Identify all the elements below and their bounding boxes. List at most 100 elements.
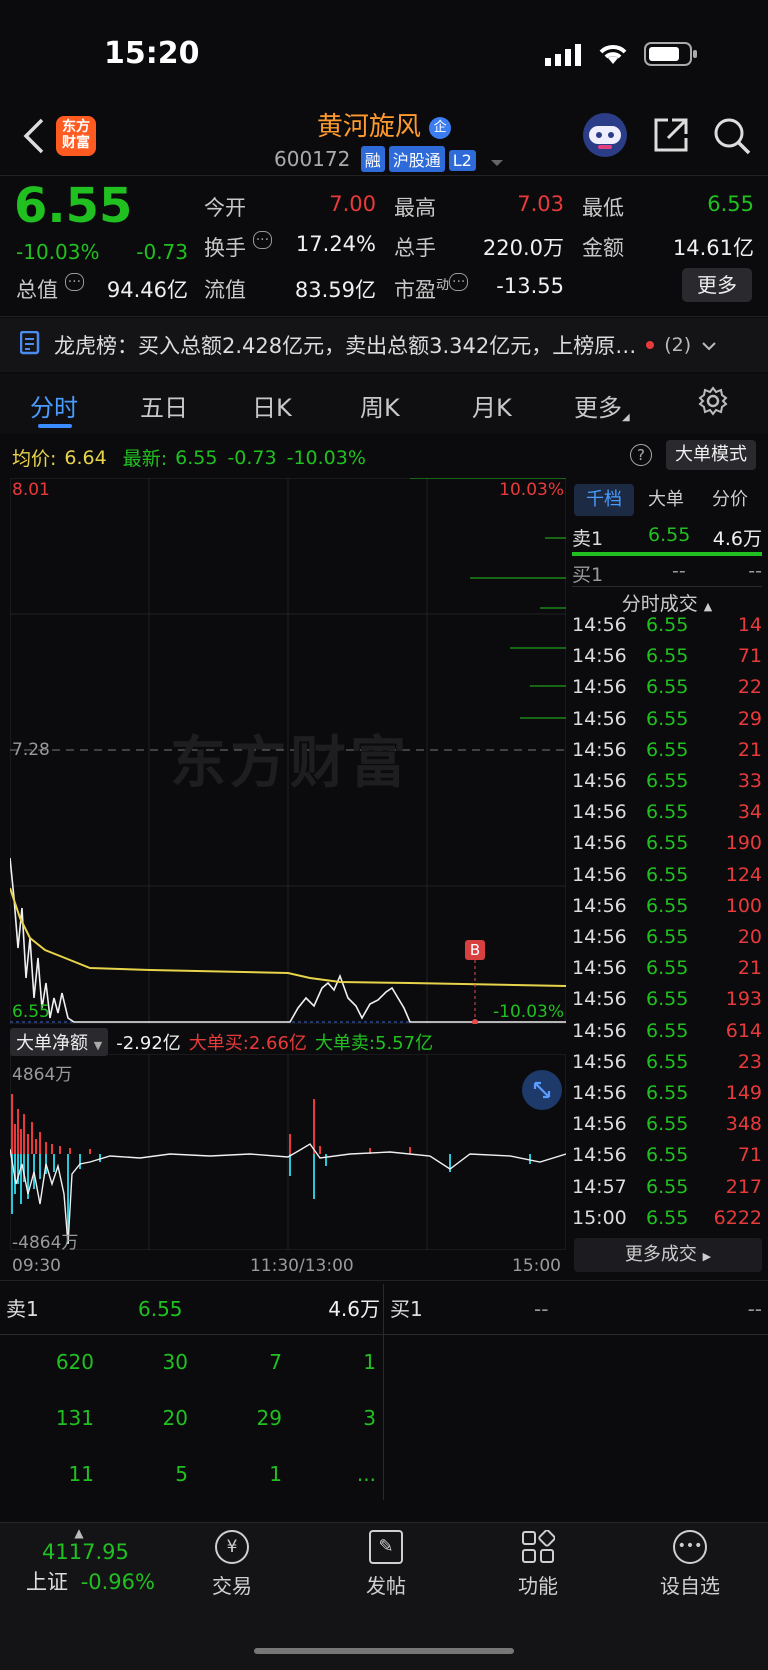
- trade-price: 6.55: [646, 863, 689, 886]
- nav-trade-label: 交易: [212, 1574, 252, 1598]
- trade-row: 14:56 6.55 21: [572, 957, 762, 988]
- trade-price: 6.55: [646, 1144, 689, 1167]
- tab-more[interactable]: 更多◢: [574, 388, 630, 423]
- trade-volume: 124: [725, 863, 762, 886]
- tab-week-k[interactable]: 周K: [360, 388, 400, 423]
- trade-row: 14:56 6.55 71: [572, 1144, 762, 1175]
- search-icon[interactable]: [712, 116, 752, 160]
- order-queue-cell: 30: [162, 1350, 188, 1374]
- trade-volume: 348: [725, 1113, 762, 1136]
- dropdown-icon: ▼: [93, 1039, 103, 1052]
- side-sell-price: 6.55: [648, 524, 691, 546]
- tab-day-k[interactable]: 日K: [252, 388, 292, 423]
- trade-volume: 614: [725, 1019, 762, 1042]
- more-trades-button[interactable]: 更多成交 ▶: [574, 1238, 762, 1272]
- latest-label: 最新:: [122, 448, 168, 470]
- stock-code-row[interactable]: 600172 融沪股通 L2: [274, 146, 504, 173]
- flow-top-label: 4864万: [12, 1065, 73, 1085]
- more-button[interactable]: 更多: [682, 268, 752, 302]
- tab-five-day[interactable]: 五日: [140, 388, 188, 423]
- nav-trade[interactable]: ¥ 交易: [172, 1530, 292, 1599]
- trade-time: 14:56: [572, 1113, 627, 1136]
- trade-price: 6.55: [646, 1206, 689, 1229]
- ob-sell-price: 6.55: [138, 1297, 183, 1321]
- trade-price: 6.55: [646, 957, 689, 980]
- latest-value: 6.55: [175, 446, 218, 469]
- trade-time: 14:56: [572, 614, 627, 636]
- trade-price: 6.55: [646, 676, 689, 699]
- edit-icon: ✎: [369, 1530, 403, 1564]
- dropdown-icon[interactable]: [490, 149, 504, 173]
- info-icon[interactable]: ···: [252, 231, 273, 249]
- trade-row: 14:56 6.55 149: [572, 1082, 762, 1113]
- trade-price: 6.55: [646, 1082, 689, 1104]
- index-ticker[interactable]: ▲ 4117.95 上证 -0.96%: [20, 1526, 170, 1596]
- wifi-icon: [596, 40, 630, 70]
- ob-sell-vol: 4.6万: [328, 1297, 380, 1321]
- trade-time: 14:56: [572, 894, 627, 917]
- flow-selector[interactable]: 大单净额 ▼: [10, 1028, 109, 1056]
- trade-volume: 23: [737, 1050, 762, 1073]
- trade-row: 14:56 6.55 29: [572, 708, 762, 739]
- chart-info-row: 均价: 6.64 最新: 6.55 -0.73 -10.03%: [12, 444, 366, 471]
- time-axis-open: 09:30: [12, 1256, 61, 1276]
- trade-price: 6.55: [646, 801, 689, 824]
- order-queue-cell: 1: [363, 1350, 376, 1374]
- pe-label-text: 市盈: [394, 278, 436, 302]
- dragon-tiger-bar[interactable]: 龙虎榜：买入总额2.428亿元，卖出总额3.342亿元，上榜原… (2): [0, 318, 768, 372]
- nav-post[interactable]: ✎ 发帖: [326, 1530, 446, 1599]
- expand-icon[interactable]: [522, 1070, 562, 1110]
- order-queue-cell: 3: [363, 1406, 376, 1430]
- trade-volume: 21: [737, 957, 762, 980]
- avg-label: 均价:: [12, 448, 57, 470]
- flow-header: 大单净额 ▼ -2.92亿 大单买:2.66亿 大单卖:5.57亿: [10, 1028, 433, 1056]
- nav-function[interactable]: 功能: [478, 1529, 598, 1599]
- total-cap-label-text: 总值: [16, 278, 58, 302]
- trade-price: 6.55: [646, 1113, 689, 1136]
- flow-bottom-label: -4864万: [12, 1233, 79, 1253]
- trade-volume: 22: [737, 676, 762, 699]
- trades-title[interactable]: 分时成交 ▲: [572, 586, 762, 616]
- tag-margin: 融: [360, 146, 385, 172]
- tab-active-indicator: [38, 424, 72, 428]
- robot-avatar-icon[interactable]: [580, 112, 630, 158]
- trade-row: 14:56 6.55 14: [572, 614, 762, 645]
- tab-month-k[interactable]: 月K: [472, 388, 512, 423]
- trade-volume: 190: [725, 832, 762, 855]
- corner-triangle-icon: ◢: [622, 412, 630, 423]
- total-cap-value: 94.46亿: [106, 278, 188, 302]
- stock-name-text: 黄河旋风: [316, 112, 421, 142]
- trade-volume: 149: [725, 1082, 762, 1104]
- settings-gear-icon[interactable]: [698, 386, 728, 420]
- trade-volume: 71: [737, 1144, 762, 1167]
- stock-code: 600172: [274, 147, 351, 171]
- help-icon[interactable]: ?: [630, 444, 652, 466]
- latest-pct: -10.03%: [286, 446, 366, 469]
- index-value: 4117.95: [42, 1540, 129, 1564]
- trade-time: 14:56: [572, 1144, 627, 1167]
- red-dot: [646, 341, 655, 349]
- nav-post-label: 发帖: [366, 1574, 406, 1598]
- more-dots-icon: •••: [673, 1530, 707, 1564]
- trade-volume: 217: [725, 1175, 762, 1198]
- trade-time: 14:56: [572, 645, 627, 668]
- trade-row: 14:57 6.55 217: [572, 1176, 762, 1207]
- low-label: 最低: [582, 196, 624, 220]
- info-icon[interactable]: ···: [64, 273, 85, 291]
- big-order-mode-button[interactable]: 大单模式: [666, 440, 756, 470]
- tab-more-label: 更多: [574, 394, 622, 422]
- trade-price: 6.55: [646, 770, 689, 792]
- trade-volume: 21: [737, 738, 762, 761]
- side-tab-big[interactable]: 大单: [648, 484, 684, 516]
- time-axis-mid: 11:30/13:00: [250, 1256, 354, 1276]
- side-tab-price[interactable]: 分价: [712, 484, 748, 516]
- tab-intraday[interactable]: 分时: [30, 388, 78, 423]
- side-tab-level[interactable]: 千档: [574, 484, 634, 516]
- trade-time: 14:56: [572, 770, 627, 792]
- status-time: 15:20: [104, 36, 200, 71]
- share-icon[interactable]: [652, 116, 690, 158]
- flow-chart[interactable]: [10, 1054, 566, 1250]
- nav-add-watchlist[interactable]: ••• 设自选: [630, 1530, 750, 1599]
- info-icon[interactable]: ···: [449, 273, 469, 291]
- axis-bottom-pct: -10.03%: [493, 1002, 564, 1022]
